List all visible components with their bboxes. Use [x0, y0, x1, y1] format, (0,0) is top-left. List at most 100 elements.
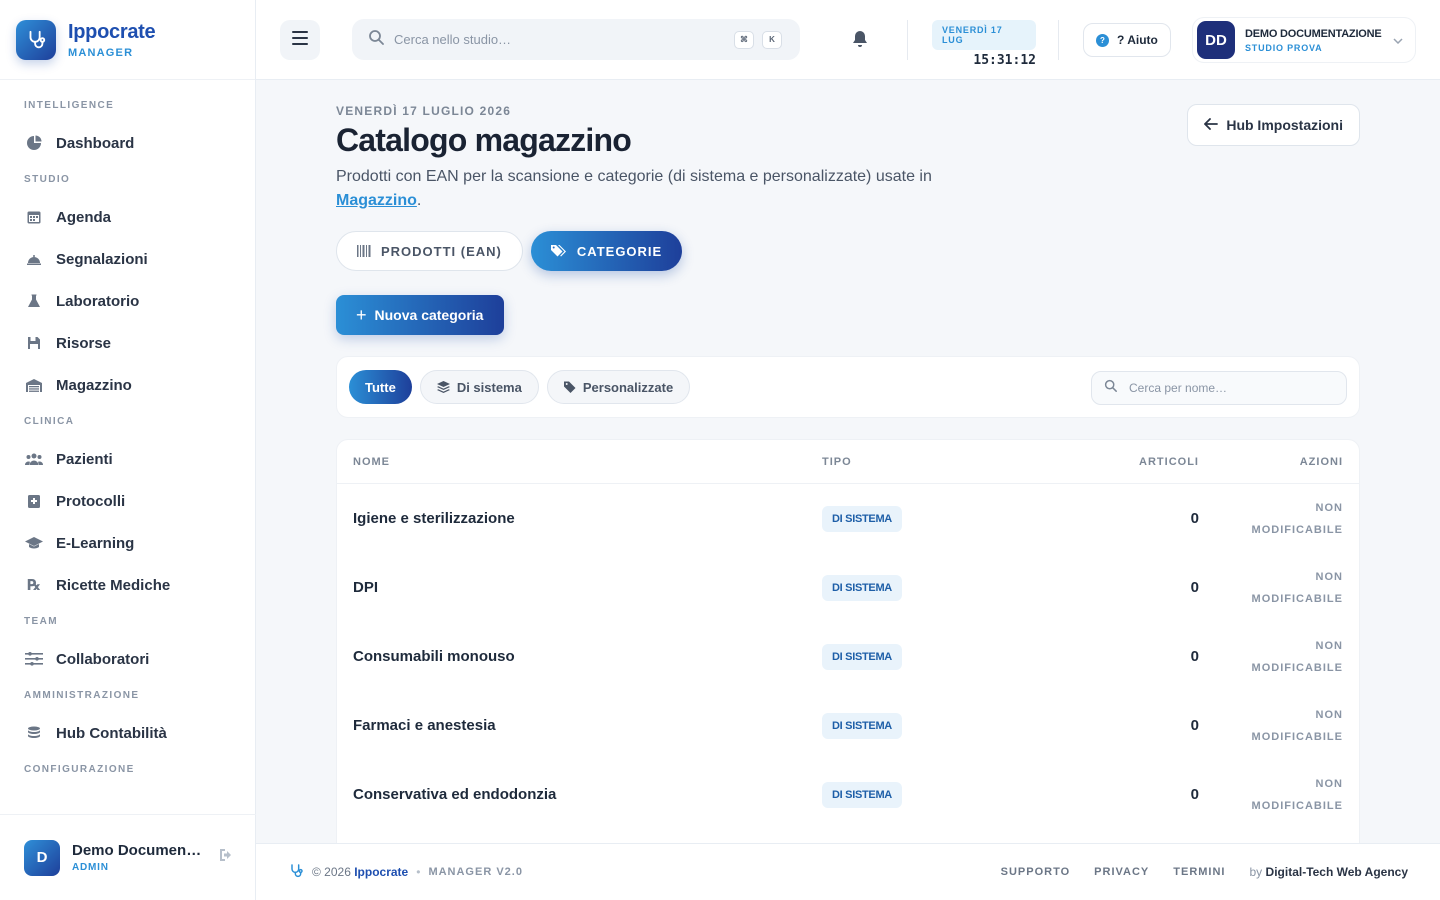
- category-name: DPI: [353, 579, 379, 596]
- search-placeholder: Cerca nello studio…: [394, 32, 512, 47]
- users-icon: [24, 449, 44, 469]
- footer-links: SUPPORTO PRIVACY TERMINI by Digital-Tech…: [1001, 865, 1408, 879]
- type-badge: DI SISTEMA: [822, 574, 902, 601]
- sidebar-item-label: Laboratorio: [56, 292, 140, 310]
- tab-categorie[interactable]: CATEGORIE: [530, 231, 683, 271]
- action-line: NON: [1315, 570, 1343, 583]
- graduation-cap-icon: [24, 533, 44, 553]
- calendar-icon: [24, 207, 44, 227]
- footer-link-supporto[interactable]: SUPPORTO: [1001, 866, 1071, 878]
- action-line: MODIFICABILE: [1251, 799, 1343, 812]
- category-name: Conservativa ed endodonzia: [353, 786, 557, 803]
- filter-label: Tutte: [365, 379, 396, 395]
- table-row[interactable]: Conservativa ed endodonzia DI SISTEMA 0 …: [337, 760, 1359, 829]
- nav-section-amministrazione: AMMINISTRAZIONE: [24, 690, 140, 701]
- brand[interactable]: Ippocrate MANAGER: [0, 0, 255, 80]
- table-row[interactable]: Consumabili monouso DI SISTEMA 0 NON MODI…: [337, 622, 1359, 691]
- logout-icon[interactable]: [218, 848, 234, 867]
- sidebar-item-ricette-mediche[interactable]: ℞ Ricette Mediche: [24, 564, 255, 606]
- column-header-articoli[interactable]: ARTICOLI: [1042, 456, 1199, 468]
- sidebar-user[interactable]: D Demo Documentazione ADMIN: [0, 814, 256, 900]
- sidebar-item-hub-contabilita[interactable]: Hub Contabilità: [24, 712, 255, 754]
- sidebar-item-protocolli[interactable]: Protocolli: [24, 480, 255, 522]
- subtitle-period: .: [416, 192, 422, 209]
- tab-prodotti-ean[interactable]: PRODOTTI (EAN): [336, 231, 523, 271]
- new-category-button[interactable]: + Nuova categoria: [336, 295, 504, 335]
- hub-impostazioni-button[interactable]: Hub Impostazioni: [1187, 104, 1360, 146]
- sidebar-user-name: Demo Documentazione: [72, 842, 204, 859]
- filter-label: Di sistema: [456, 379, 522, 395]
- warehouse-icon: [24, 375, 44, 395]
- global-search-input[interactable]: Cerca nello studio… ⌘ K: [352, 19, 800, 60]
- article-count: 0: [1190, 648, 1199, 665]
- action-line: MODIFICABILE: [1251, 523, 1343, 536]
- sidebar-item-label: Hub Contabilità: [56, 724, 167, 742]
- table-row[interactable]: Igiene e sterilizzazione DI SISTEMA 0 NO…: [337, 484, 1359, 553]
- menu-toggle-button[interactable]: [280, 20, 320, 60]
- tags-icon: [550, 244, 567, 258]
- action-status: NON MODIFICABILE: [1199, 497, 1359, 541]
- account-studio: STUDIO PROVA: [1245, 42, 1323, 53]
- sidebar-item-agenda[interactable]: Agenda: [24, 196, 255, 238]
- copyright-year: © 2026: [312, 865, 351, 879]
- filter-all[interactable]: Tutte: [349, 370, 412, 404]
- sidebar-item-label: Pazienti: [56, 450, 113, 468]
- filter-system[interactable]: Di sistema: [419, 370, 539, 404]
- footer-link-termini[interactable]: TERMINI: [1173, 866, 1225, 878]
- floppy-icon: [24, 333, 44, 353]
- category-search-input[interactable]: [1129, 381, 1329, 395]
- sidebar-item-label: Segnalazioni: [56, 250, 148, 268]
- sidebar-item-collaboratori[interactable]: Collaboratori: [24, 638, 255, 680]
- footer-credit[interactable]: by Digital-Tech Web Agency: [1250, 865, 1409, 879]
- search-icon: [1104, 379, 1117, 397]
- search-icon: [368, 29, 384, 50]
- sidebar-item-pazienti[interactable]: Pazienti: [24, 438, 255, 480]
- sidebar-item-label: Protocolli: [56, 492, 126, 510]
- type-badge: DI SISTEMA: [822, 505, 902, 532]
- action-line: NON: [1315, 708, 1343, 721]
- credit-name: Digital-Tech Web Agency: [1265, 865, 1408, 879]
- sidebar-item-risorse[interactable]: Risorse: [24, 322, 255, 364]
- action-status: NON MODIFICABILE: [1199, 773, 1359, 817]
- sidebar-item-segnalazioni[interactable]: Segnalazioni: [24, 238, 255, 280]
- sidebar-item-dashboard[interactable]: Dashboard: [24, 122, 255, 164]
- article-count: 0: [1190, 510, 1199, 527]
- brand-sub: MANAGER: [68, 46, 134, 59]
- arrow-left-icon: [1204, 117, 1219, 133]
- category-search[interactable]: [1091, 371, 1347, 405]
- hamburger-icon: [292, 30, 308, 50]
- article-count: 0: [1190, 786, 1199, 803]
- action-line: NON: [1315, 639, 1343, 652]
- sidebar-item-label: Magazzino: [56, 376, 132, 394]
- notifications-bell-icon[interactable]: [852, 30, 868, 53]
- category-name: Igiene e sterilizzazione: [353, 510, 515, 527]
- help-button[interactable]: ? ? Aiuto: [1083, 23, 1171, 57]
- sidebar-item-laboratorio[interactable]: Laboratorio: [24, 280, 255, 322]
- account-name: DEMO DOCUMENTAZIONE: [1245, 27, 1382, 40]
- column-header-tipo[interactable]: TIPO: [822, 456, 1042, 468]
- help-label: ? Aiuto: [1117, 33, 1158, 47]
- action-line: MODIFICABILE: [1251, 730, 1343, 743]
- sidebar-item-magazzino[interactable]: Magazzino: [24, 364, 255, 406]
- sidebar-item-e-learning[interactable]: E-Learning: [24, 522, 255, 564]
- action-line: MODIFICABILE: [1251, 661, 1343, 674]
- table-row[interactable]: Farmaci e anestesia DI SISTEMA 0 NON MODI…: [337, 691, 1359, 760]
- tab-label: CATEGORIE: [576, 243, 663, 259]
- magazzino-link[interactable]: Magazzino: [336, 192, 417, 209]
- column-header-nome[interactable]: NOME: [337, 456, 822, 468]
- subtitle-text: Prodotti con EAN per la scansione e cate…: [336, 168, 932, 185]
- article-count: 0: [1190, 579, 1199, 596]
- filter-custom[interactable]: Personalizzate: [546, 370, 691, 404]
- account-menu[interactable]: DD DEMO DOCUMENTAZIONE STUDIO PROVA: [1192, 17, 1416, 63]
- type-badge: DI SISTEMA: [822, 712, 902, 739]
- sliders-icon: [24, 649, 44, 669]
- filter-label: Personalizzate: [582, 379, 674, 395]
- table-row[interactable]: DPI DI SISTEMA 0 NON MODIFICABILE: [337, 553, 1359, 622]
- main-content: VENERDÌ 17 LUGLIO 2026 Catalogo magazzin…: [336, 80, 1360, 859]
- category-name: Farmaci e anestesia: [353, 717, 496, 734]
- kbd-cmd: ⌘: [734, 30, 754, 49]
- table-header: NOME TIPO ARTICOLI AZIONI: [337, 440, 1359, 484]
- date-pill: VENERDÌ 17 LUG: [932, 20, 1036, 50]
- footer-link-privacy[interactable]: PRIVACY: [1094, 866, 1149, 878]
- chevron-down-icon: [1393, 31, 1403, 49]
